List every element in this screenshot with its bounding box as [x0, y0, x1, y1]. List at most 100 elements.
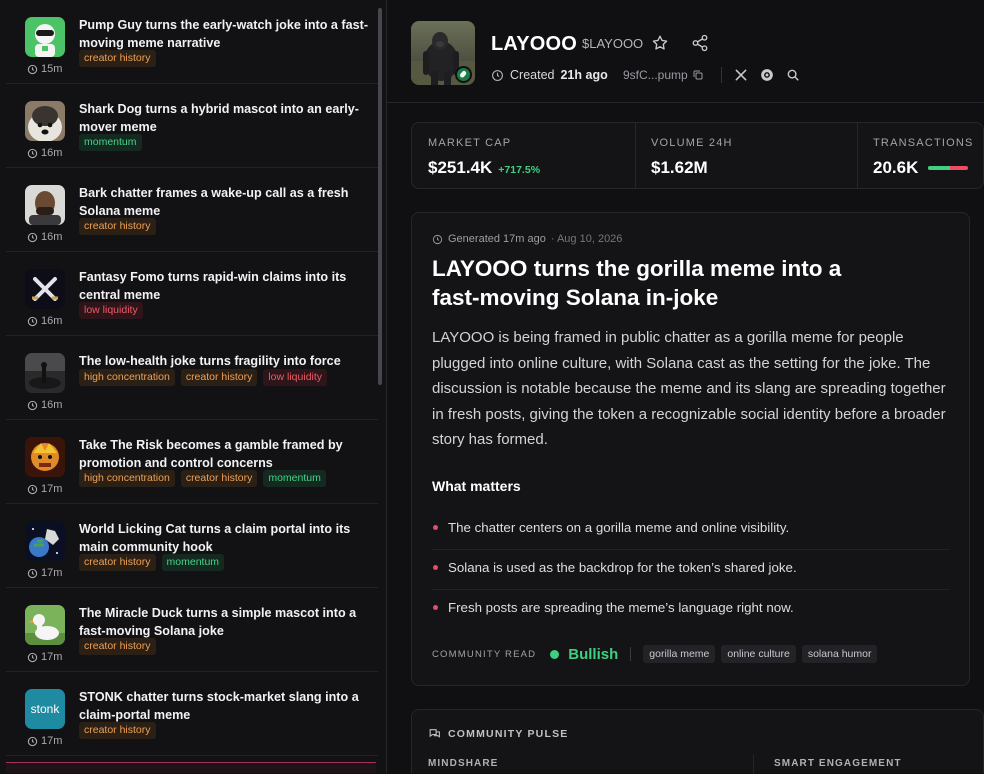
feed-tags: momentum	[79, 134, 142, 151]
feed-time-text: 17m	[41, 651, 63, 663]
token-name: LAYOOO	[491, 33, 578, 55]
what-matters-title: What matters	[432, 478, 521, 494]
feed-time: 17m	[27, 483, 62, 495]
community-icon[interactable]	[760, 68, 774, 82]
feed-tags: high concentration creator history momentu…	[79, 470, 326, 487]
feed-tags: creator history momentum	[79, 554, 225, 571]
feed-time: 16m	[27, 399, 62, 411]
feed-tags: creator history	[79, 638, 156, 655]
x-icon[interactable]	[734, 68, 748, 82]
feed-item[interactable]: 17m World Licking Cat turns a claim porta…	[6, 504, 378, 588]
feed-item-title: Fantasy Fomo turns rapid-win claims into…	[79, 270, 347, 302]
community-divider	[630, 647, 632, 661]
feed-thumbnail	[25, 101, 65, 141]
tag-creator: creator history	[79, 722, 156, 739]
feed-item[interactable]: 15m Pump Guy turns the early-watch joke i…	[6, 0, 378, 84]
feed-time: 16m	[27, 315, 62, 327]
list-item: Fresh posts are spreading the meme’s lan…	[432, 590, 950, 630]
buy-sell-ratio-bar	[928, 166, 969, 170]
clock-icon	[27, 64, 38, 74]
point-text: Solana is used as the backdrop for the t…	[448, 560, 797, 575]
community-read: COMMUNITY READ Bullish gorilla meme onli…	[432, 645, 883, 663]
star-icon[interactable]	[651, 34, 669, 52]
feed-time-text: 17m	[41, 735, 63, 747]
market-cap-change: +717.5%	[498, 164, 541, 176]
feed-time-text: 16m	[41, 399, 63, 411]
feed-item[interactable]: 16m Fantasy Fomo turns rapid-win claims i…	[6, 252, 378, 336]
point-text: The chatter centers on a gorilla meme an…	[448, 520, 790, 535]
feed-time: 17m	[27, 651, 62, 663]
token-header: LAYOOO $LAYOOO Created 21h ago 9sfC...pu…	[387, 0, 984, 103]
community-pulse-header: COMMUNITY PULSE	[428, 727, 568, 740]
ai-analysis-card: Generated 17m ago · Aug 10, 2026 LAYOOO …	[411, 212, 970, 686]
created-label: Created	[510, 68, 555, 82]
tag-concentration: high concentration	[79, 369, 175, 386]
clock-icon	[27, 736, 38, 746]
clock-icon	[27, 568, 38, 578]
search-icon[interactable]	[786, 68, 800, 82]
tag-creator: creator history	[180, 470, 258, 487]
volume-value: $1.62M	[651, 158, 708, 177]
pump-badge-icon	[455, 66, 472, 83]
tag-concentration: high concentration	[79, 470, 175, 487]
contract-text: 9sfC...pump	[623, 68, 688, 82]
topic-chip[interactable]: gorilla meme	[643, 645, 716, 663]
stat-label: MARKET CAP	[428, 137, 512, 149]
tag-creator: creator history	[79, 554, 156, 571]
token-ticker: $LAYOOO	[582, 36, 644, 51]
feed-item[interactable]: stonk 17m STONK chatter turns stock-market…	[6, 672, 378, 756]
feed-time-text: 17m	[41, 567, 63, 579]
feed-tags: high concentration creator history low liq…	[79, 369, 328, 386]
feed-item[interactable]: 16m Bark chatter frames a wake-up call as…	[6, 168, 378, 252]
tag-creator: creator history	[79, 638, 156, 655]
feed-item-title: Shark Dog turns a hybrid mascot into an …	[79, 102, 359, 134]
tag-momentum: momentum	[79, 134, 142, 151]
topic-chip[interactable]: solana humor	[801, 645, 878, 663]
tag-liquidity: low liquidity	[263, 369, 328, 386]
clock-icon	[27, 400, 38, 410]
tag-creator: creator history	[79, 218, 156, 235]
feed-thumbnail	[25, 269, 65, 309]
feed-time: 16m	[27, 147, 62, 159]
analysis-summary: LAYOOO is being framed in public chatter…	[432, 329, 946, 448]
feed-time-text: 16m	[41, 315, 63, 327]
tag-momentum: momentum	[161, 554, 225, 571]
feed-item[interactable]: 17m Take The Risk becomes a gamble framed…	[6, 420, 378, 504]
pulse-divider	[753, 755, 754, 774]
news-feed: 15m Pump Guy turns the early-watch joke i…	[0, 0, 386, 773]
feed-item[interactable]: 16m The low-health joke turns fragility i…	[6, 336, 378, 420]
market-cap-value: $251.4K	[428, 158, 493, 177]
feed-item-title: Bark chatter frames a wake-up call as a …	[79, 186, 349, 218]
feed-time-text: 16m	[41, 147, 63, 159]
feed-thumbnail	[25, 185, 65, 225]
share-icon[interactable]	[691, 34, 709, 52]
feed-list: 15m Pump Guy turns the early-watch joke i…	[6, 0, 378, 756]
feed-item[interactable]: 17m The Miracle Duck turns a simple masco…	[6, 588, 378, 672]
feed-tags: creator history	[79, 218, 156, 235]
feed-tags: low liquidity	[79, 302, 143, 319]
feed-thumbnail: stonk	[25, 689, 65, 729]
feed-tags: creator history	[79, 50, 156, 67]
feed-item-selected[interactable]	[6, 762, 376, 773]
feed-thumbnail	[25, 353, 65, 393]
feed-time-text: 16m	[41, 231, 63, 243]
token-detail: LAYOOO $LAYOOO Created 21h ago 9sfC...pu…	[387, 0, 984, 774]
tag-liquidity: low liquidity	[79, 302, 143, 319]
feed-item-title: World Licking Cat turns a claim portal i…	[79, 522, 351, 554]
topic-chip[interactable]: online culture	[721, 645, 796, 663]
feed-scrollbar[interactable]	[378, 8, 382, 385]
feed-item[interactable]: 16m Shark Dog turns a hybrid mascot into …	[6, 84, 378, 168]
copy-icon[interactable]	[692, 69, 704, 81]
list-item: The chatter centers on a gorilla meme an…	[432, 510, 950, 550]
analysis-headline: LAYOOO turns the gorilla meme into a fas…	[432, 256, 842, 310]
bullet-dot	[433, 525, 438, 530]
feed-thumbnail	[25, 437, 65, 477]
thumbnail-text: stonk	[30, 702, 60, 716]
contract-address[interactable]: 9sfC...pump	[623, 68, 704, 82]
stat-volume: VOLUME 24H $1.62M	[635, 123, 857, 188]
token-stats: MARKET CAP $251.4K +717.5% VOLUME 24H $1.…	[411, 122, 984, 189]
tag-creator: creator history	[79, 50, 156, 67]
feed-time: 16m	[27, 231, 62, 243]
generated-info: Generated 17m ago · Aug 10, 2026	[432, 233, 622, 245]
feed-item-title: Take The Risk becomes a gamble framed by…	[79, 438, 343, 470]
